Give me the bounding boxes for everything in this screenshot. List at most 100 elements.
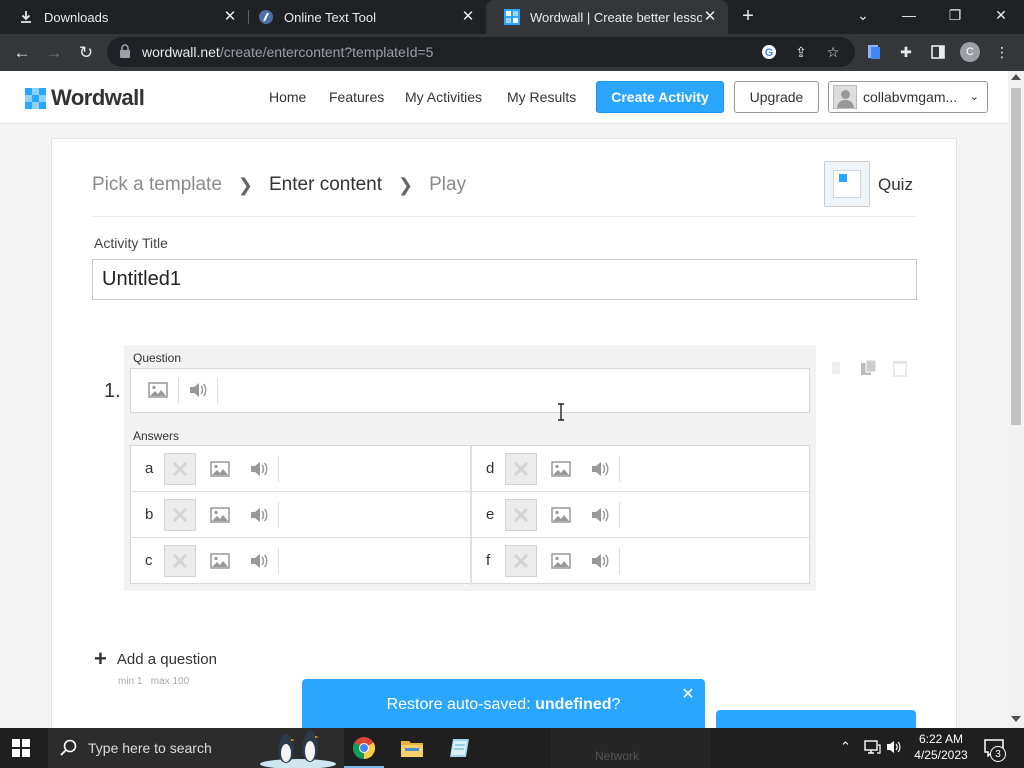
image-icon[interactable] (550, 550, 572, 572)
audio-icon[interactable] (589, 458, 611, 480)
incorrect-mark-icon[interactable] (164, 453, 196, 485)
answer-row-b[interactable]: b (131, 492, 470, 538)
activity-title-input[interactable] (92, 259, 917, 300)
nav-features[interactable]: Features (329, 89, 384, 105)
question-input[interactable] (130, 368, 810, 413)
clock-date: 4/25/2023 (914, 748, 968, 762)
incorrect-mark-icon[interactable] (505, 453, 537, 485)
toast-prefix: Restore auto-saved: (386, 696, 536, 713)
audio-icon[interactable] (248, 550, 270, 572)
tab-wordwall[interactable]: Wordwall | Create better lessons ✕ (486, 0, 728, 34)
audio-icon[interactable] (248, 504, 270, 526)
minimize-icon[interactable]: — (886, 0, 932, 30)
audio-icon[interactable] (248, 458, 270, 480)
network-icon[interactable] (863, 739, 881, 758)
add-question-button[interactable]: + Add a question (94, 646, 217, 671)
back-arrow-icon[interactable]: ← (8, 39, 36, 67)
duplicate-icon[interactable] (860, 359, 878, 377)
browser-toolbar: ← → ↻ wordwall.net/create/entercontent?t… (0, 34, 1024, 71)
image-icon[interactable] (550, 504, 572, 526)
incorrect-mark-icon[interactable] (505, 499, 537, 531)
windows-start-icon[interactable] (12, 739, 30, 757)
min-label: min 1 (118, 676, 143, 687)
image-icon[interactable] (147, 379, 169, 401)
restore-autosave-toast[interactable]: Restore auto-saved: undefined? ✕ (302, 679, 705, 731)
breadcrumb-enter-content: Enter content (269, 174, 383, 195)
tab-search-chevron-icon[interactable]: ⌄ (840, 0, 886, 30)
close-icon[interactable]: ✕ (681, 687, 695, 703)
delete-icon[interactable] (892, 359, 910, 377)
scroll-up-arrow-icon[interactable] (1011, 74, 1021, 80)
tab-online-text-tool[interactable]: Online Text Tool ✕ (240, 0, 486, 34)
plus-icon: + (94, 646, 107, 671)
taskbar-file-explorer[interactable] (388, 728, 436, 768)
restore-window-icon[interactable]: ❐ (932, 0, 978, 30)
extensions-puzzle-icon[interactable]: ✚ (896, 42, 916, 62)
image-icon[interactable] (550, 458, 572, 480)
close-icon[interactable]: ✕ (460, 9, 476, 25)
wordwall-favicon (504, 9, 520, 25)
ghost-label: Network (595, 749, 640, 763)
taskbar-notepad[interactable] (436, 728, 484, 768)
audio-icon[interactable] (589, 504, 611, 526)
incorrect-mark-icon[interactable] (505, 545, 537, 577)
answer-row-c[interactable]: c (131, 538, 470, 584)
chevron-right-icon: ❯ (237, 174, 253, 195)
svg-text:G: G (765, 47, 774, 59)
tab-title: Downloads (44, 9, 109, 25)
url-host: wordwall.net (142, 44, 220, 60)
share-icon[interactable]: ⇪ (792, 43, 810, 61)
nav-home[interactable]: Home (269, 89, 306, 105)
address-bar[interactable]: wordwall.net/create/entercontent?templat… (107, 37, 855, 67)
tab-downloads[interactable]: Downloads ✕ (0, 0, 248, 34)
user-menu-dropdown[interactable]: collabvmgam... ⌄ (828, 81, 988, 113)
side-panel-icon[interactable] (928, 42, 948, 62)
audio-icon[interactable] (187, 379, 209, 401)
forward-arrow-icon[interactable]: → (40, 39, 68, 67)
browser-tab-strip: Downloads ✕ Online Text Tool ✕ Wordwall … (0, 0, 1024, 34)
answer-row-a[interactable]: a (131, 446, 470, 492)
scroll-down-arrow-icon[interactable] (1011, 716, 1021, 722)
answer-letter: f (486, 552, 491, 569)
answer-letter: d (486, 460, 495, 477)
create-activity-button[interactable]: Create Activity (596, 81, 724, 113)
image-icon[interactable] (209, 458, 231, 480)
wordwall-logo[interactable]: Wordwall (25, 85, 145, 111)
template-name: Quiz (878, 175, 913, 194)
windows-taskbar: Type here to search Network ⌃ 6:22 AM 4/… (0, 728, 1024, 768)
chevron-down-icon: ⌄ (969, 91, 979, 103)
image-icon[interactable] (209, 550, 231, 572)
system-clock[interactable]: 6:22 AM 4/25/2023 (906, 731, 976, 763)
incorrect-mark-icon[interactable] (164, 545, 196, 577)
profile-avatar[interactable]: C (960, 42, 980, 62)
answer-row-e[interactable]: e (472, 492, 811, 538)
answer-row-f[interactable]: f (472, 538, 811, 584)
close-icon[interactable]: ✕ (222, 9, 238, 25)
text-cursor-icon (557, 403, 565, 421)
chevron-up-icon[interactable]: ⌃ (840, 739, 851, 755)
new-tab-button[interactable]: + (737, 5, 759, 27)
nav-my-results[interactable]: My Results (507, 89, 576, 105)
incorrect-mark-icon[interactable] (164, 499, 196, 531)
lock-icon (119, 44, 133, 60)
nav-my-activities[interactable]: My Activities (405, 89, 482, 105)
upgrade-button[interactable]: Upgrade (734, 81, 819, 113)
volume-icon[interactable] (886, 739, 902, 758)
scrollbar-thumb[interactable] (1011, 88, 1021, 425)
reload-icon[interactable]: ↻ (72, 39, 100, 67)
toast-message: Restore auto-saved: undefined? (302, 696, 705, 714)
image-icon[interactable] (209, 504, 231, 526)
audio-icon[interactable] (589, 550, 611, 572)
taskbar-chrome[interactable] (340, 728, 388, 768)
close-window-icon[interactable]: ✕ (978, 0, 1024, 30)
kebab-menu-icon[interactable]: ⋮ (992, 42, 1012, 62)
answer-row-d[interactable]: d (472, 446, 811, 492)
breadcrumb-pick-template[interactable]: Pick a template (92, 174, 222, 196)
google-icon[interactable]: G (760, 43, 778, 61)
site-header: Wordwall Home Features My Activities My … (0, 71, 1008, 124)
done-button-partial[interactable] (716, 710, 916, 728)
close-icon[interactable]: ✕ (702, 9, 718, 25)
extension-docs-icon[interactable] (864, 42, 884, 62)
move-icon[interactable] (828, 359, 846, 377)
bookmark-star-icon[interactable]: ☆ (824, 43, 842, 61)
